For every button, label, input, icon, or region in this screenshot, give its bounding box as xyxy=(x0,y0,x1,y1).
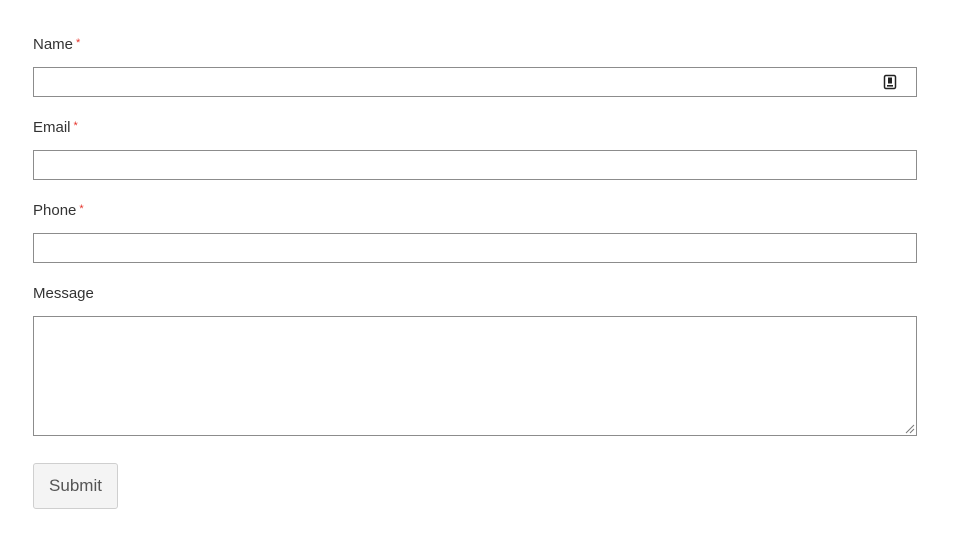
email-required-mark: * xyxy=(73,120,78,132)
name-required-mark: * xyxy=(76,37,81,49)
resize-grip-icon[interactable] xyxy=(905,424,915,434)
name-input[interactable] xyxy=(33,67,917,97)
phone-input[interactable] xyxy=(33,233,917,263)
message-label-text: Message xyxy=(33,285,94,302)
phone-required-mark: * xyxy=(79,203,84,215)
phone-label-text: Phone xyxy=(33,202,77,219)
phone-label: Phone * xyxy=(33,202,84,220)
name-label-text: Name xyxy=(33,36,74,53)
email-input[interactable] xyxy=(33,150,917,180)
message-label: Message xyxy=(33,285,94,303)
submit-button[interactable]: Submit xyxy=(33,463,118,509)
name-label: Name * xyxy=(33,36,80,54)
email-label-text: Email xyxy=(33,119,71,136)
contact-autofill-icon[interactable] xyxy=(883,74,897,90)
message-textarea[interactable] xyxy=(33,316,917,436)
email-label: Email * xyxy=(33,119,78,137)
